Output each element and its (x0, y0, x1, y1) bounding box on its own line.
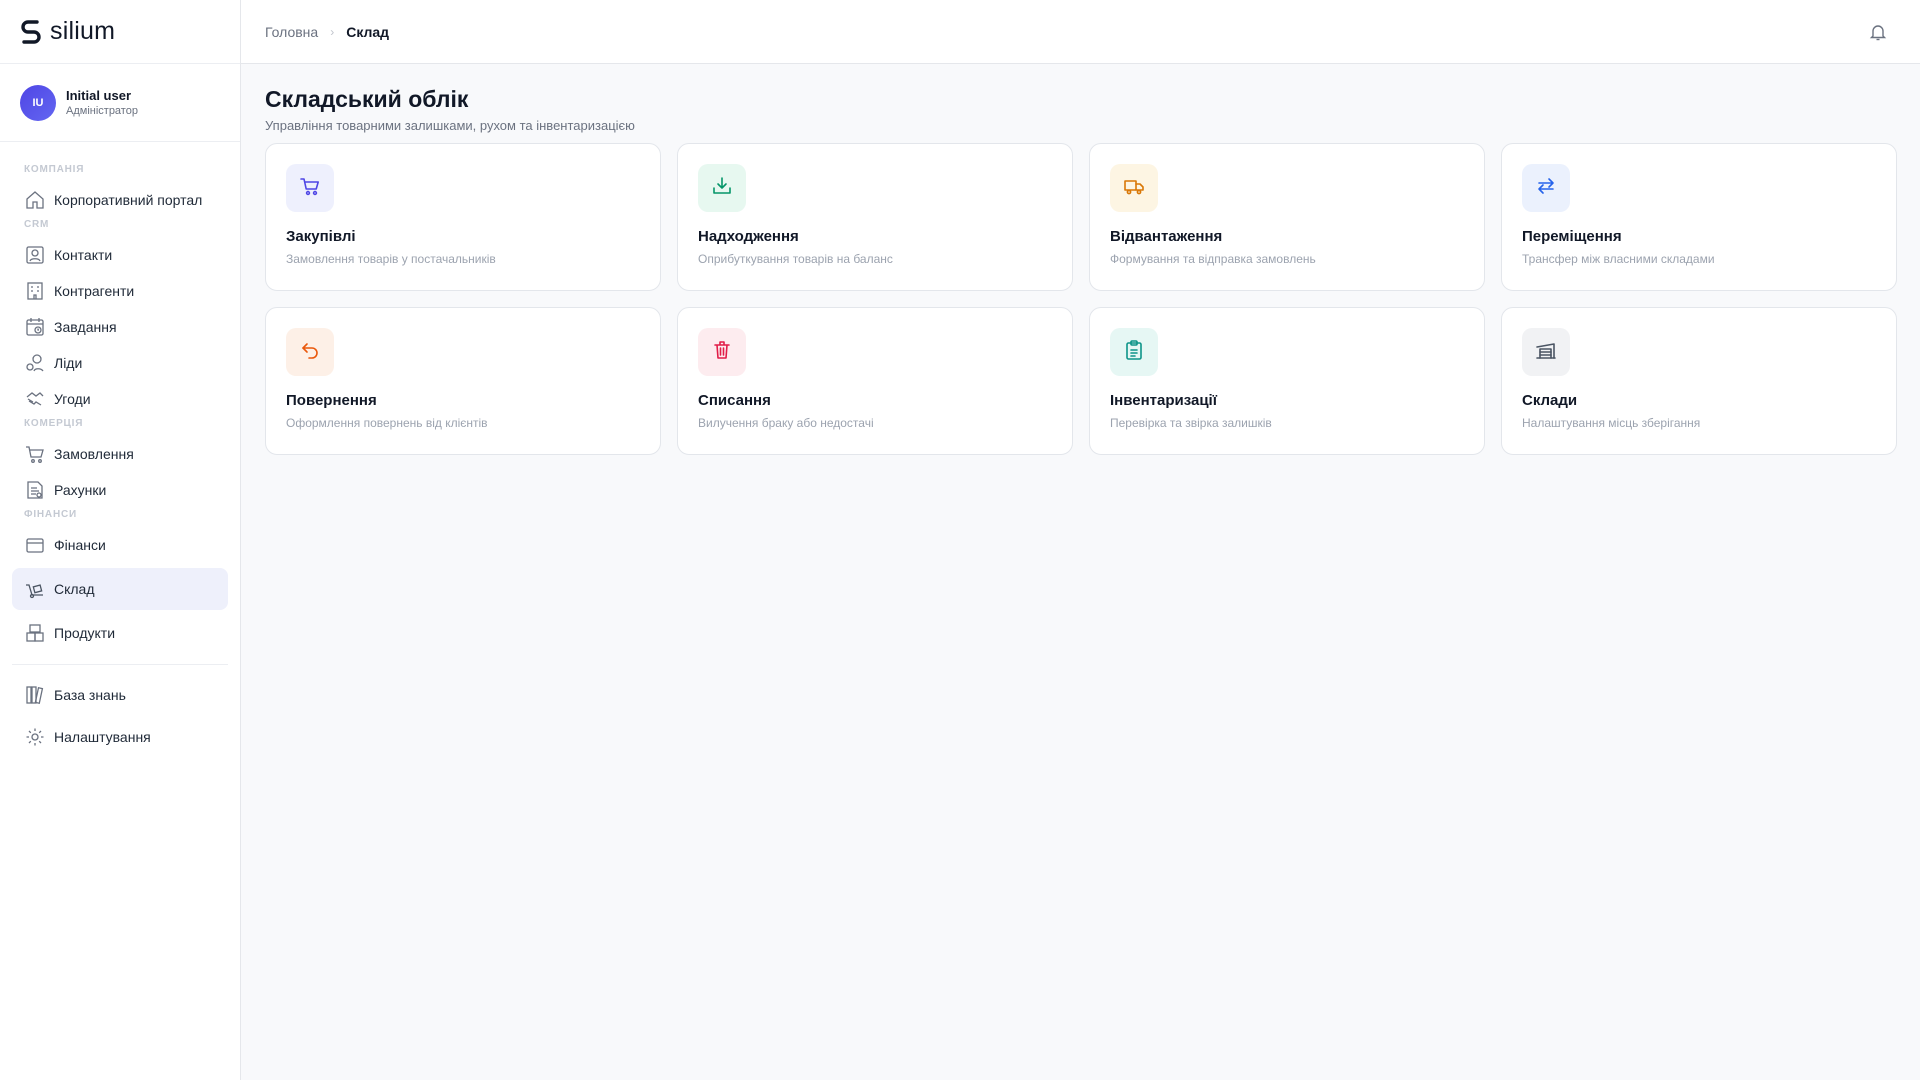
trash-icon (711, 339, 733, 366)
card-icon-bg (1522, 164, 1570, 212)
books-icon (24, 684, 46, 706)
bell-icon[interactable] (1866, 20, 1890, 44)
breadcrumb-home[interactable]: Головна (265, 24, 318, 40)
sidebar-item-deals[interactable]: Угоди (12, 378, 228, 420)
download-tray-icon (711, 175, 733, 202)
card-warehouses[interactable]: Склади Налаштування місць зберігання (1501, 307, 1897, 455)
card-shipments[interactable]: Відвантаження Формування та відправка за… (1089, 143, 1485, 291)
card-icon-bg (286, 328, 334, 376)
sidebar-item-label: Завдання (54, 319, 117, 335)
card-write-offs[interactable]: Списання Вилучення браку або недостачі (677, 307, 1073, 455)
section-company: КОМПАНІЯ (24, 164, 85, 175)
user-role: Адміністратор (66, 105, 138, 117)
card-purchases[interactable]: Закупівлі Замовлення товарів у постачаль… (265, 143, 661, 291)
card-icon-bg (698, 328, 746, 376)
page-title: Складський облік (265, 86, 469, 112)
sidebar-item-corporate-portal[interactable]: Корпоративний портал (12, 179, 228, 221)
page-subtitle: Управління товарними залишками, рухом та… (265, 118, 635, 133)
leads-icon (24, 352, 46, 374)
invoice-icon (24, 479, 46, 501)
card-transfers[interactable]: Переміщення Трансфер між власними склада… (1501, 143, 1897, 291)
sidebar-item-label: Корпоративний портал (54, 192, 203, 208)
card-receipts[interactable]: Надходження Оприбуткування товарів на ба… (677, 143, 1073, 291)
card-title: Повернення (286, 392, 377, 409)
card-title: Склади (1522, 392, 1578, 409)
main-content: Складський облік Управління товарними за… (265, 86, 1897, 455)
dolly-icon (24, 578, 46, 600)
sidebar-item-finance[interactable]: Фінанси (12, 524, 228, 566)
card-desc: Формування та відправка замовлень (1110, 252, 1316, 266)
card-title: Відвантаження (1110, 228, 1223, 245)
card-desc: Оформлення повернень від клієнтів (286, 416, 488, 430)
sidebar-item-invoices[interactable]: Рахунки (12, 469, 228, 511)
card-desc: Оприбуткування товарів на баланс (698, 252, 893, 266)
section-crm: CRM (24, 219, 50, 230)
gear-icon (24, 726, 46, 748)
section-commerce: КОМЕРЦІЯ (24, 418, 84, 429)
card-title: Інвентаризації (1110, 392, 1217, 409)
breadcrumb-separator: › (330, 24, 335, 39)
card-icon-bg (698, 164, 746, 212)
sidebar-item-label: Угоди (54, 391, 91, 407)
module-grid: Закупівлі Замовлення товарів у постачаль… (265, 143, 1897, 455)
return-arrow-icon (299, 339, 321, 366)
warehouse-icon (1535, 339, 1557, 366)
logo[interactable]: silium (0, 0, 240, 64)
sidebar-item-label: Ліди (54, 355, 83, 371)
sidebar-item-label: Налаштування (54, 729, 151, 745)
calendar-clock-icon (24, 316, 46, 338)
sidebar-item-warehouse[interactable]: Склад (12, 568, 228, 610)
card-icon-bg (1110, 164, 1158, 212)
sidebar-item-settings[interactable]: Налаштування (12, 716, 228, 758)
sidebar-item-label: Фінанси (54, 537, 106, 553)
card-inventory-checks[interactable]: Інвентаризації Перевірка та звірка залиш… (1089, 307, 1485, 455)
card-title: Переміщення (1522, 228, 1622, 245)
card-desc: Налаштування місць зберігання (1522, 416, 1701, 430)
card-icon-bg (1110, 328, 1158, 376)
sidebar-item-label: Контакти (54, 247, 113, 263)
topbar: Головна › Склад (241, 0, 1920, 64)
card-returns[interactable]: Повернення Оформлення повернень від кліє… (265, 307, 661, 455)
user-profile[interactable]: IU Initial user Адміністратор (0, 64, 240, 142)
card-title: Закупівлі (286, 228, 356, 245)
card-icon-bg (286, 164, 334, 212)
silium-logo-icon (20, 19, 42, 45)
user-name: Initial user (66, 88, 132, 103)
swap-arrows-icon (1535, 175, 1557, 202)
card-desc: Перевірка та звірка залишків (1110, 416, 1272, 430)
sidebar-item-label: Рахунки (54, 482, 107, 498)
sidebar-item-label: Замовлення (54, 446, 134, 462)
sidebar-item-label: Контрагенти (54, 283, 135, 299)
logo-text: silium (50, 17, 116, 45)
sidebar-item-label: Продукти (54, 625, 116, 641)
card-icon-bg (1522, 328, 1570, 376)
card-title: Надходження (698, 228, 799, 245)
sidebar-item-knowledge-base[interactable]: База знань (12, 674, 228, 716)
breadcrumb-current: Склад (346, 23, 390, 40)
card-desc: Замовлення товарів у постачальників (286, 252, 496, 266)
section-finance: ФІНАНСИ (24, 509, 77, 520)
cart-icon (24, 443, 46, 465)
truck-icon (1123, 175, 1145, 202)
wallet-icon (24, 534, 46, 556)
building-icon (24, 280, 46, 302)
clipboard-icon (1123, 339, 1145, 366)
card-desc: Вилучення браку або недостачі (698, 416, 874, 430)
sidebar-item-label: Склад (54, 581, 95, 597)
avatar: IU (20, 84, 56, 121)
sidebar-item-label: База знань (54, 687, 126, 703)
contact-card-icon (24, 244, 46, 266)
sidebar: silium IU Initial user Адміністратор КОМ… (0, 0, 241, 1080)
boxes-icon (24, 622, 46, 644)
handshake-icon (24, 388, 46, 410)
sidebar-divider (12, 664, 228, 665)
card-desc: Трансфер між власними складами (1522, 252, 1715, 266)
card-title: Списання (698, 392, 771, 409)
cart-icon (299, 175, 321, 202)
home-icon (24, 189, 46, 211)
sidebar-item-products[interactable]: Продукти (12, 612, 228, 654)
